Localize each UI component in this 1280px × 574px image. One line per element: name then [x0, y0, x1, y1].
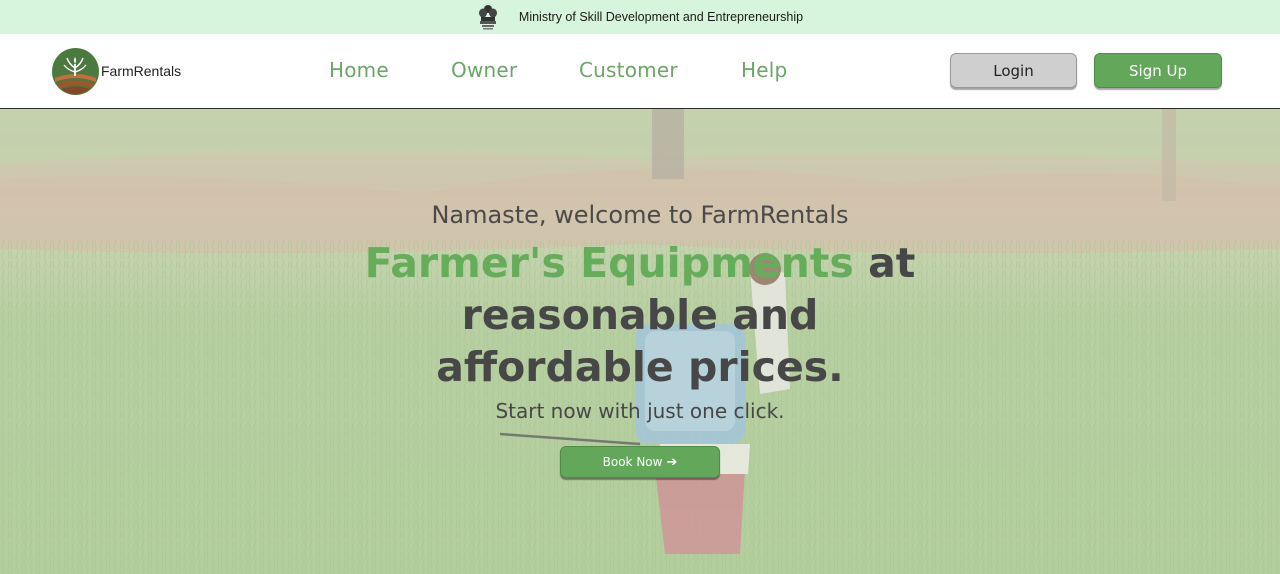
farm-plant-logo-icon [52, 48, 99, 95]
nav-help-link[interactable]: Help [741, 58, 787, 82]
arrow-right-icon: ➔ [666, 454, 678, 470]
site-header: FarmRentals Home Owner Customer Help Log… [0, 34, 1280, 109]
nav-home-link[interactable]: Home [329, 58, 389, 82]
national-emblem-icon [478, 5, 497, 30]
welcome-text: Namaste, welcome to FarmRentals [431, 201, 849, 229]
signup-button[interactable]: Sign Up [1094, 53, 1222, 88]
headline-highlight: Farmer's Equipments [364, 239, 854, 287]
nav-customer-link[interactable]: Customer [579, 58, 678, 82]
brand[interactable]: FarmRentals [52, 48, 181, 95]
government-banner: Ministry of Skill Development and Entrep… [0, 0, 1280, 34]
login-button[interactable]: Login [950, 53, 1077, 88]
book-now-label: Book Now [602, 455, 663, 469]
hero-headline: Farmer's Equipments at reasonable and af… [340, 237, 940, 393]
hero-content: Namaste, welcome to FarmRentals Farmer's… [0, 109, 1280, 574]
nav-owner-link[interactable]: Owner [451, 58, 517, 82]
brand-name: FarmRentals [101, 62, 182, 79]
hero-section: Namaste, welcome to FarmRentals Farmer's… [0, 109, 1280, 574]
hero-subtitle: Start now with just one click. [495, 399, 785, 423]
book-now-button[interactable]: Book Now ➔ [560, 446, 720, 478]
ministry-name: Ministry of Skill Development and Entrep… [518, 10, 804, 24]
